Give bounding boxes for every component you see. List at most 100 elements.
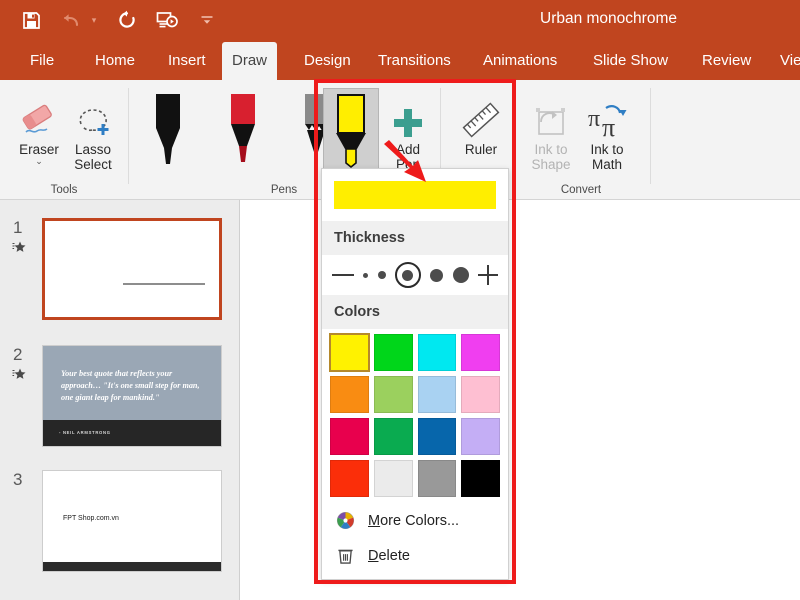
colors-section-header: Colors (322, 295, 508, 329)
tab-animations[interactable]: Animations (473, 42, 567, 80)
redo-icon[interactable] (114, 7, 140, 33)
tab-transitions[interactable]: Transitions (368, 42, 461, 80)
thickness-option-2[interactable] (377, 271, 386, 279)
ink-to-math-label-line1: Ink to (590, 142, 624, 157)
tab-label: Slide Show (593, 52, 669, 69)
ruler-label: Ruler (464, 142, 498, 157)
eraser-icon (18, 92, 60, 142)
more-colors-label: More Colors... (368, 512, 460, 529)
pen-preview-swatch (334, 181, 496, 209)
lasso-select-button[interactable]: Lasso Select (62, 92, 124, 172)
delete-label: Delete (368, 547, 410, 564)
tab-review[interactable]: Review (692, 42, 761, 80)
thickness-option-1[interactable] (363, 272, 369, 278)
tab-view[interactable]: View (770, 42, 800, 80)
tab-home[interactable]: Home (85, 42, 145, 80)
color-swatch-magenta[interactable] (461, 334, 500, 371)
color-swatch-grid[interactable] (322, 329, 508, 503)
start-presentation-icon[interactable] (154, 7, 180, 33)
slide-text: FPT Shop.com.vn (63, 515, 119, 522)
thickness-option-5[interactable] (452, 267, 469, 283)
thickness-decrease-button[interactable] (332, 274, 354, 276)
ink-stroke-line (123, 283, 205, 285)
customize-qat-icon[interactable] (194, 7, 220, 33)
color-swatch-orange[interactable] (330, 376, 369, 413)
ink-to-math-icon: π π (586, 92, 628, 142)
color-swatch-emerald[interactable] (373, 418, 413, 455)
tab-file[interactable]: File (20, 42, 64, 80)
slide-canvas[interactable]: FPT Shop.com.vn (42, 470, 222, 572)
title-bar: ▾ Urban monochrome (0, 0, 800, 42)
thickness-increase-button[interactable] (477, 265, 498, 285)
pen-black[interactable] (140, 88, 196, 180)
tab-label: Transitions (378, 52, 451, 69)
group-divider (650, 88, 651, 184)
add-pen-button[interactable]: Add Pen (382, 92, 434, 172)
lasso-select-label-line2: Select (74, 157, 112, 173)
undo-dropdown-icon[interactable]: ▾ (88, 7, 100, 33)
thickness-option-4[interactable] (430, 268, 444, 282)
highlighter-yellow-icon (336, 94, 366, 169)
tab-slide-show[interactable]: Slide Show (583, 42, 678, 80)
plus-icon (389, 92, 427, 142)
trash-icon (334, 546, 356, 565)
group-label-tools: Tools (50, 184, 78, 196)
tab-label: Draw (232, 52, 268, 69)
color-swatch-yellow[interactable] (329, 333, 370, 372)
ruler-button[interactable]: Ruler (452, 92, 510, 157)
tab-label: Insert (168, 52, 206, 69)
ink-to-shape-label-line1: Ink to (534, 142, 568, 157)
thickness-section-header: Thickness (322, 221, 508, 255)
chevron-down-icon[interactable]: ⌄ (35, 157, 43, 166)
tab-label: Home (95, 52, 136, 69)
eraser-label: Eraser (19, 142, 59, 157)
document-title: Urban monochrome (540, 10, 677, 27)
color-swatch-gray[interactable] (417, 460, 457, 497)
tab-insert[interactable]: Insert (158, 42, 216, 80)
color-swatch-blue[interactable] (417, 418, 457, 455)
color-swatch-white[interactable] (373, 460, 413, 497)
color-wheel-icon (334, 511, 356, 530)
eraser-button[interactable]: Eraser ⌄ (10, 92, 68, 166)
color-swatch-green[interactable] (373, 334, 413, 371)
slide-thumbnail-3[interactable]: 3 FPT Shop.com.vn (0, 470, 240, 576)
color-swatch-pink[interactable] (461, 376, 500, 413)
highlighter-yellow[interactable]: ⌄ (323, 88, 379, 180)
color-swatch-lavender[interactable] (461, 418, 500, 455)
ink-to-math-button[interactable]: π π Ink to Math (578, 92, 636, 172)
delete-menu-item[interactable]: Delete (322, 538, 508, 573)
color-swatch-light-green[interactable] (373, 376, 413, 413)
tab-draw[interactable]: Draw (222, 42, 278, 80)
color-swatch-crimson[interactable] (330, 418, 369, 455)
slide-number: 3 (13, 470, 23, 489)
undo-icon[interactable] (58, 7, 84, 33)
animation-star-icon (11, 240, 27, 261)
svg-text:π: π (588, 106, 600, 132)
ribbon-tab-strip: File Home Insert Draw Design Transitions… (0, 42, 800, 80)
slide-canvas[interactable]: Your best quote that reflects your appro… (42, 345, 222, 447)
pen-red-icon (231, 94, 255, 162)
slide-canvas[interactable] (42, 218, 222, 320)
footer-bar (43, 562, 221, 571)
slide-thumbnail-pane[interactable]: 1 2 Your best quote that reflects your a… (0, 200, 240, 600)
color-swatch-light-blue[interactable] (417, 376, 457, 413)
thickness-selector[interactable] (322, 255, 508, 295)
color-swatch-red[interactable] (330, 460, 369, 497)
ink-to-shape-button[interactable]: Ink to Shape (522, 92, 580, 172)
tab-label: View (780, 52, 800, 69)
tab-design[interactable]: Design (294, 42, 361, 80)
lasso-select-icon (71, 92, 115, 142)
svg-text:π: π (602, 113, 615, 142)
thickness-option-3-selected[interactable] (394, 262, 421, 288)
more-colors-menu-item[interactable]: More Colors... (322, 503, 508, 538)
tab-label: Review (702, 52, 752, 69)
color-swatch-cyan[interactable] (417, 334, 457, 371)
pen-red[interactable] (215, 88, 271, 180)
slide-thumbnail-2[interactable]: 2 Your best quote that reflects your app… (0, 345, 240, 451)
animation-star-icon (11, 367, 27, 388)
save-icon[interactable] (18, 7, 44, 33)
pen-options-flyout[interactable]: Thickness Colors More Colors... Delete (321, 168, 509, 580)
color-swatch-black[interactable] (461, 460, 500, 497)
tab-label: Design (304, 52, 351, 69)
slide-thumbnail-1[interactable]: 1 (0, 218, 240, 324)
